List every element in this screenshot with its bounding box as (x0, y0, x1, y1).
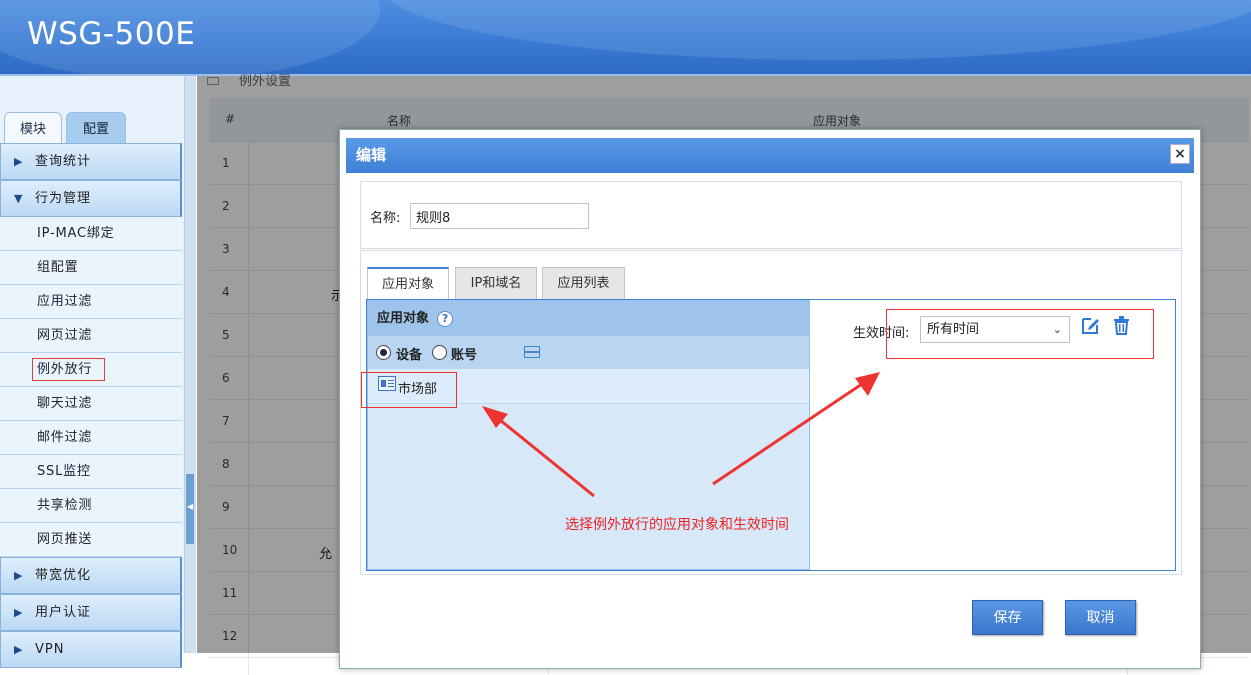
list-icon[interactable] (524, 346, 540, 358)
sidebar-item-label: 聊天过滤 (37, 396, 93, 411)
app-header: WSG-500E (0, 0, 1251, 74)
sidebar-item-mail-filter[interactable]: 邮件过滤 (0, 421, 182, 455)
sidebar-item-group-config[interactable]: 组配置 (0, 251, 182, 285)
sidebar-section-bandwidth[interactable]: ▶ 带宽优化 (0, 557, 182, 594)
sidebar-section-vpn[interactable]: ▶ VPN (0, 631, 182, 668)
sidebar-item-share-detect[interactable]: 共享检测 (0, 489, 182, 523)
edit-dialog: 编辑 × 名称: 应用对象 IP和域名 应用列表 应用对象? 设备 账号 市场部 (339, 129, 1201, 669)
sidebar-item-label: 例外放行 (32, 358, 106, 381)
radio-account[interactable] (432, 345, 447, 360)
sidebar-item-label: 共享检测 (37, 498, 93, 513)
radio-device-label[interactable]: 设备 (396, 344, 422, 363)
sidebar-item-web-filter[interactable]: 网页过滤 (0, 319, 182, 353)
tab-ip-domain[interactable]: IP和域名 (455, 267, 537, 299)
sidebar-item-chat-filter[interactable]: 聊天过滤 (0, 387, 182, 421)
sidebar-item-label: 应用过滤 (37, 294, 93, 309)
sidebar-section-label: 用户认证 (35, 605, 92, 620)
chevron-left-icon: ◀ (187, 502, 194, 511)
sidebar-splitter[interactable]: ◀ (184, 76, 196, 653)
dialog-titlebar: 编辑 × (346, 138, 1194, 173)
sidebar-item-label: 组配置 (37, 260, 79, 275)
panel-header: 应用对象? (368, 301, 809, 336)
caret-right-icon: ▶ (14, 643, 24, 656)
sidebar-section-label: 带宽优化 (35, 568, 92, 583)
caret-right-icon: ▶ (14, 606, 24, 619)
sidebar-section-behavior-mgmt[interactable]: ▼ 行为管理 (0, 180, 182, 217)
object-type-selector: 设备 账号 (368, 336, 809, 369)
sidebar: 模块 配置 ▶ 查询统计 ▼ 行为管理 IP-MAC绑定 组配置 应用过滤 网页… (0, 76, 184, 668)
sidebar-tabs: 模块 配置 (0, 112, 184, 143)
sidebar-item-label: SSL监控 (37, 464, 91, 479)
sidebar-menu: ▶ 查询统计 ▼ 行为管理 IP-MAC绑定 组配置 应用过滤 网页过滤 例外放… (0, 143, 182, 668)
sidebar-item-web-push[interactable]: 网页推送 (0, 523, 182, 557)
sidebar-section-query-stats[interactable]: ▶ 查询统计 (0, 143, 182, 180)
radio-device[interactable] (376, 345, 391, 360)
sidebar-section-label: 行为管理 (35, 191, 92, 206)
tab-config[interactable]: 配置 (66, 112, 126, 143)
sidebar-section-label: 查询统计 (35, 154, 92, 169)
sidebar-item-app-filter[interactable]: 应用过滤 (0, 285, 182, 319)
sidebar-item-ip-mac[interactable]: IP-MAC绑定 (0, 217, 182, 251)
close-icon[interactable]: × (1170, 144, 1190, 164)
radio-account-label[interactable]: 账号 (451, 344, 477, 363)
collapse-sidebar-handle[interactable]: ◀ (186, 474, 194, 544)
help-icon[interactable]: ? (437, 310, 454, 327)
save-button[interactable]: 保存 (972, 600, 1043, 635)
name-label: 名称: (370, 211, 401, 226)
sidebar-section-label: VPN (35, 642, 65, 657)
tab-modules[interactable]: 模块 (4, 112, 62, 143)
sidebar-item-label: 网页过滤 (37, 328, 93, 343)
panel-title: 应用对象 (377, 311, 430, 326)
tab-app-object[interactable]: 应用对象 (367, 267, 449, 300)
cancel-button[interactable]: 取消 (1065, 600, 1136, 635)
sidebar-section-user-auth[interactable]: ▶ 用户认证 (0, 594, 182, 631)
caret-right-icon: ▶ (14, 155, 24, 168)
app-title: WSG-500E (27, 16, 196, 52)
sidebar-item-exception[interactable]: 例外放行 (0, 353, 182, 387)
name-input[interactable] (410, 203, 589, 229)
name-section: 名称: (360, 181, 1182, 249)
header-decoration (380, 0, 1251, 60)
sidebar-item-ssl-monitor[interactable]: SSL监控 (0, 455, 182, 489)
caret-right-icon: ▶ (14, 569, 24, 582)
annotation-text: 选择例外放行的应用对象和生效时间 (565, 517, 789, 533)
annotation-box-object (361, 372, 457, 408)
sidebar-item-label: IP-MAC绑定 (37, 226, 115, 241)
annotation-box-time (886, 309, 1154, 359)
sidebar-item-label: 网页推送 (37, 532, 93, 547)
tab-app-list[interactable]: 应用列表 (542, 267, 625, 299)
dialog-title: 编辑 (356, 146, 387, 164)
sidebar-item-label: 邮件过滤 (37, 430, 93, 445)
caret-down-icon: ▼ (14, 192, 24, 205)
